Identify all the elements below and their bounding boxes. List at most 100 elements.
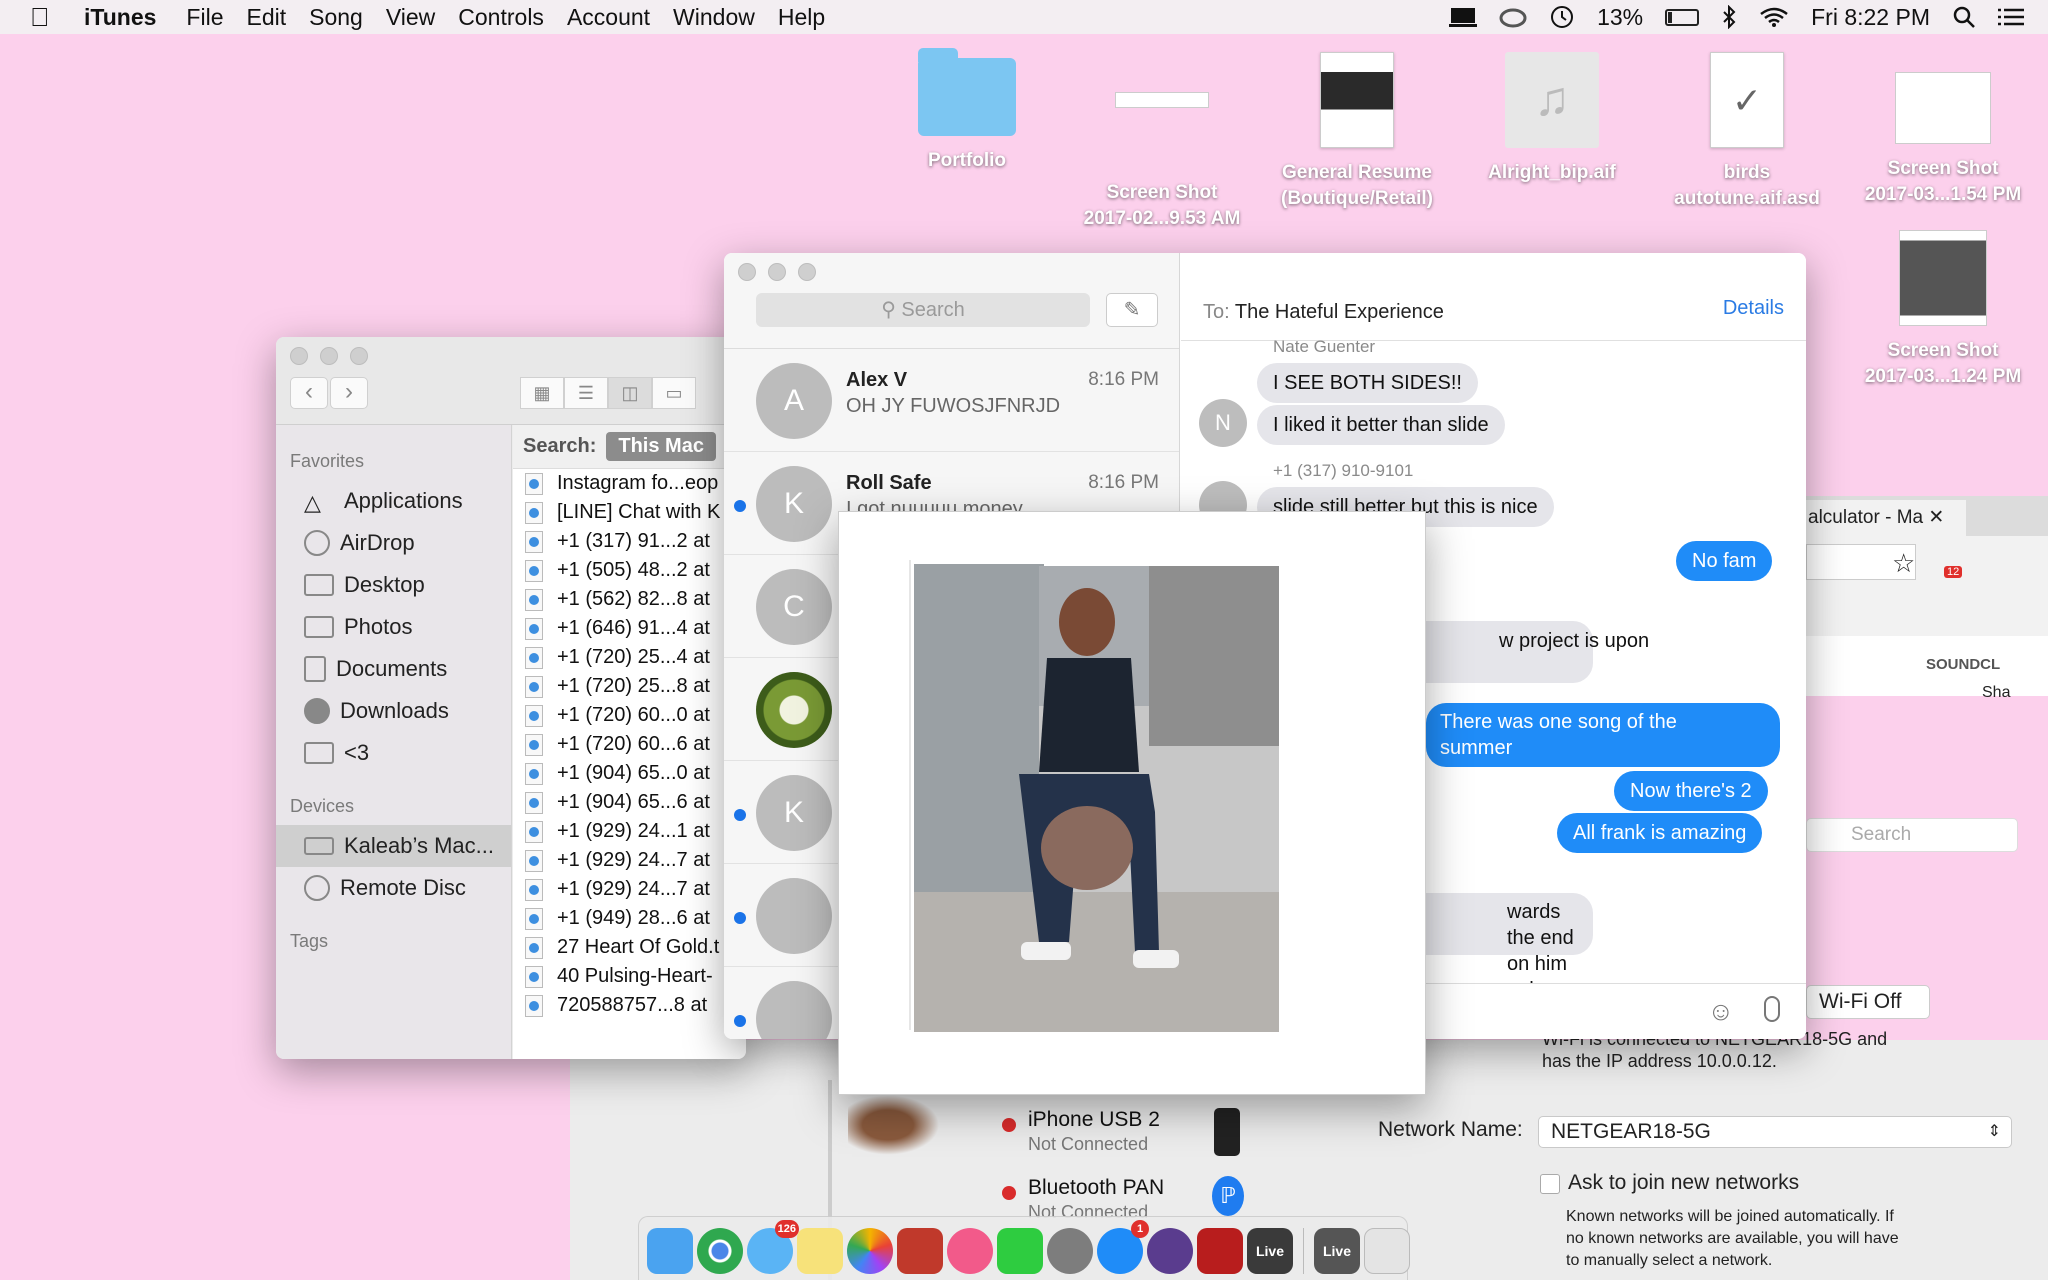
list-item[interactable]: [LINE] Chat with K bbox=[513, 498, 746, 527]
display-icon[interactable] bbox=[1449, 6, 1478, 28]
ableton-live-dock-icon[interactable]: Live bbox=[1247, 1228, 1293, 1274]
desktop-icon-birds[interactable]: ✓ birds autotune.aif.asd bbox=[1652, 52, 1842, 212]
list-item[interactable]: +1 (949) 28...6 at bbox=[513, 904, 746, 933]
close-tab-icon[interactable]: ✕ bbox=[1928, 507, 1944, 528]
minimize-button[interactable] bbox=[320, 347, 338, 365]
wifi-off-button[interactable]: Wi-Fi Off bbox=[1806, 985, 1930, 1019]
bookmark-star-icon[interactable]: ☆ bbox=[1892, 548, 1915, 579]
forward-button[interactable]: › bbox=[330, 377, 368, 409]
list-item[interactable]: +1 (929) 24...7 at bbox=[513, 875, 746, 904]
browser-tab[interactable]: alculator - Ma ✕ bbox=[1806, 500, 1966, 536]
list-item[interactable]: +1 (904) 65...6 at bbox=[513, 788, 746, 817]
menu-edit[interactable]: Edit bbox=[246, 4, 286, 31]
list-item[interactable]: +1 (720) 25...8 at bbox=[513, 672, 746, 701]
desktop-icon-alright-bip[interactable]: ♫ Alright_bip.aif bbox=[1457, 52, 1647, 186]
network-service-iphone-usb[interactable]: iPhone USB 2 Not Connected bbox=[990, 1108, 1260, 1158]
close-button[interactable] bbox=[290, 347, 308, 365]
menu-help[interactable]: Help bbox=[778, 4, 825, 31]
list-item[interactable]: +1 (720) 25...4 at bbox=[513, 643, 746, 672]
icon-view-button[interactable]: ▦ bbox=[520, 377, 564, 409]
desktop-icon-resume[interactable]: General Resume (Boutique/Retail) bbox=[1262, 52, 1452, 212]
chrome-dock-icon[interactable] bbox=[697, 1228, 743, 1274]
sidebar-item-mac[interactable]: Kaleab’s Mac... bbox=[276, 825, 511, 867]
acrobat-dock-icon[interactable] bbox=[1197, 1228, 1243, 1274]
menu-controls[interactable]: Controls bbox=[458, 4, 544, 31]
list-item[interactable]: +1 (929) 24...1 at bbox=[513, 817, 746, 846]
creative-cloud-icon[interactable] bbox=[1499, 6, 1527, 28]
app-store-dock-icon[interactable]: 1 bbox=[1097, 1220, 1149, 1274]
messages-dock-icon[interactable]: 126 bbox=[747, 1220, 799, 1274]
list-item[interactable]: +1 (720) 60...6 at bbox=[513, 730, 746, 759]
minimize-button[interactable] bbox=[768, 263, 786, 281]
list-item[interactable]: +1 (646) 91...4 at bbox=[513, 614, 746, 643]
menu-window[interactable]: Window bbox=[673, 4, 755, 31]
system-preferences-dock-icon[interactable] bbox=[1047, 1228, 1093, 1274]
details-button[interactable]: Details bbox=[1723, 297, 1784, 320]
finder-dock-icon[interactable] bbox=[647, 1228, 693, 1274]
ask-join-checkbox[interactable] bbox=[1540, 1174, 1560, 1194]
list-item[interactable]: 720588757...8 at bbox=[513, 991, 746, 1020]
list-item[interactable]: +1 (317) 91...2 at bbox=[513, 527, 746, 556]
sidebar-item-downloads[interactable]: Downloads bbox=[276, 690, 511, 732]
sidebar-item-heart-folder[interactable]: <3 bbox=[276, 732, 511, 774]
conversation-item[interactable]: A Alex V 8:16 PM OH JY FUWOSJFNRJD bbox=[724, 349, 1179, 452]
list-item[interactable]: Instagram fo...eop bbox=[513, 469, 746, 498]
sidebar-item-applications[interactable]: △ Applications bbox=[276, 480, 511, 522]
notes-dock-icon[interactable] bbox=[797, 1228, 843, 1274]
microphone-icon[interactable] bbox=[1764, 996, 1780, 1022]
wifi-icon[interactable] bbox=[1759, 6, 1789, 28]
photo-booth-dock-icon[interactable] bbox=[897, 1228, 943, 1274]
menu-song[interactable]: Song bbox=[309, 4, 363, 31]
sidebar-item-airdrop[interactable]: AirDrop bbox=[276, 522, 511, 564]
sidebar-item-photos[interactable]: Photos bbox=[276, 606, 511, 648]
list-item[interactable]: +1 (562) 82...8 at bbox=[513, 585, 746, 614]
back-button[interactable]: ‹ bbox=[290, 377, 328, 409]
emoji-icon[interactable]: ☺ bbox=[1707, 996, 1734, 1027]
trash-dock-icon[interactable] bbox=[1364, 1228, 1410, 1274]
close-button[interactable] bbox=[738, 263, 756, 281]
zoom-button[interactable] bbox=[350, 347, 368, 365]
list-item[interactable]: 40 Pulsing-Heart- bbox=[513, 962, 746, 991]
compose-button[interactable]: ✎ bbox=[1106, 293, 1158, 327]
notification-center-icon[interactable] bbox=[1998, 7, 2024, 27]
column-view-button[interactable]: ◫ bbox=[608, 377, 652, 409]
list-item[interactable]: +1 (929) 24...7 at bbox=[513, 846, 746, 875]
desktop-icon-screenshot-3[interactable]: Screen Shot 2017-03...1.24 PM bbox=[1848, 230, 2038, 390]
desktop-icon-screenshot-2[interactable]: Screen Shot 2017-03...1.54 PM bbox=[1848, 62, 2038, 208]
spotlight-icon[interactable] bbox=[1952, 5, 1976, 29]
list-view-button[interactable]: ☰ bbox=[564, 377, 608, 409]
photos-dock-icon[interactable] bbox=[847, 1228, 893, 1274]
browser-search-input[interactable]: Search bbox=[1806, 818, 2018, 852]
battery-icon[interactable] bbox=[1665, 8, 1700, 26]
desktop-icon-screenshot-1[interactable]: Screen Shot 2017-02...9.53 AM bbox=[1067, 58, 1257, 232]
cover-flow-button[interactable]: ▭ bbox=[652, 377, 696, 409]
sidebar-item-remote-disc[interactable]: Remote Disc bbox=[276, 867, 511, 909]
file-name: +1 (720) 25...8 at bbox=[557, 675, 710, 697]
menu-app-name[interactable]: iTunes bbox=[84, 4, 156, 31]
siri-dock-icon[interactable] bbox=[1147, 1228, 1193, 1274]
menubar-clock[interactable]: Fri 8:22 PM bbox=[1811, 4, 1930, 31]
list-item[interactable]: +1 (505) 48...2 at bbox=[513, 556, 746, 585]
file-icon bbox=[525, 704, 543, 727]
bluetooth-icon[interactable] bbox=[1721, 5, 1737, 29]
share-label[interactable]: Sha bbox=[1982, 684, 2010, 702]
document-check-icon: ✓ bbox=[1710, 52, 1784, 148]
itunes-dock-icon[interactable] bbox=[947, 1228, 993, 1274]
apple-menu-icon[interactable]:  bbox=[30, 2, 64, 33]
zoom-button[interactable] bbox=[798, 263, 816, 281]
network-name-select[interactable]: NETGEAR18-5G ⇕ bbox=[1538, 1116, 2012, 1148]
sidebar-item-documents[interactable]: Documents bbox=[276, 648, 511, 690]
menu-view[interactable]: View bbox=[386, 4, 435, 31]
menu-account[interactable]: Account bbox=[567, 4, 650, 31]
list-item[interactable]: +1 (720) 60...0 at bbox=[513, 701, 746, 730]
messages-search-input[interactable]: ⚲ Search bbox=[756, 293, 1090, 327]
scope-this-mac[interactable]: This Mac bbox=[606, 432, 716, 461]
desktop-icon-portfolio[interactable]: Portfolio bbox=[872, 48, 1062, 174]
menu-file[interactable]: File bbox=[186, 4, 223, 31]
list-item[interactable]: +1 (904) 65...0 at bbox=[513, 759, 746, 788]
ableton-live-minimized-dock-icon[interactable]: Live bbox=[1314, 1228, 1360, 1274]
list-item[interactable]: 27 Heart Of Gold.t bbox=[513, 933, 746, 962]
time-machine-icon[interactable] bbox=[1549, 4, 1575, 30]
facetime-dock-icon[interactable] bbox=[997, 1228, 1043, 1274]
sidebar-item-desktop[interactable]: Desktop bbox=[276, 564, 511, 606]
